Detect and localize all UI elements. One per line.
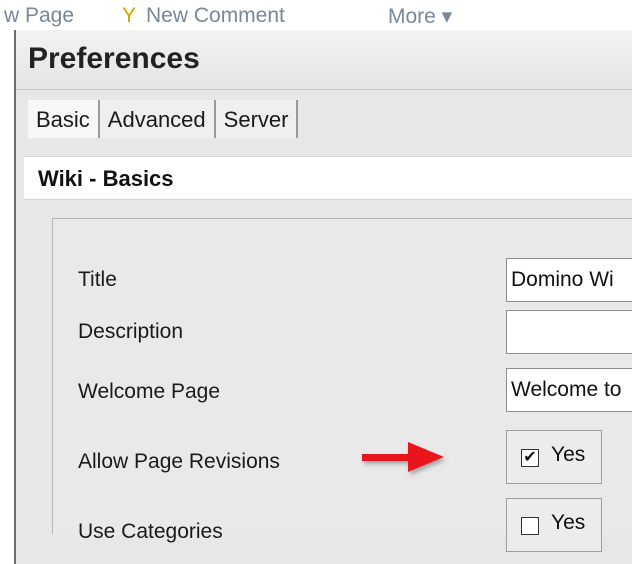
use-categories-option[interactable]: Yes [506, 498, 602, 552]
use-categories-yes-label[interactable]: Yes [551, 511, 585, 535]
use-categories-checkbox[interactable] [521, 517, 539, 535]
toolbar-new-page-link[interactable]: w Page [4, 4, 74, 28]
use-categories-label: Use Categories [78, 520, 223, 543]
description-label: Description [78, 320, 184, 343]
title-label: Title [78, 268, 117, 291]
toolbar-new-comment-link[interactable]: New Comment [146, 4, 285, 28]
toolbar-more-menu[interactable]: More ▾ [388, 4, 452, 29]
section-title: Wiki - Basics [38, 166, 174, 191]
allow-revisions-option[interactable]: ✔ Yes [506, 430, 602, 484]
red-arrow-icon [362, 442, 444, 472]
separator-icon: Y [122, 4, 137, 27]
description-input[interactable] [506, 310, 632, 354]
allow-revisions-label: Allow Page Revisions [78, 450, 280, 473]
welcome-page-label: Welcome Page [78, 380, 221, 403]
tab-basic[interactable]: Basic [28, 100, 100, 138]
dialog-title: Preferences [28, 42, 200, 75]
tab-bar: Basic Advanced Server [28, 100, 299, 138]
tab-server[interactable]: Server [215, 100, 299, 138]
section-header: Wiki - Basics [24, 156, 632, 200]
welcome-page-input[interactable]: Welcome to [506, 368, 632, 412]
title-input[interactable]: Domino Wi [506, 258, 632, 302]
allow-revisions-yes-label[interactable]: Yes [551, 443, 585, 467]
tab-advanced[interactable]: Advanced [99, 100, 216, 138]
background-toolbar: w Page Y New Comment More ▾ [0, 0, 632, 30]
allow-revisions-checkbox[interactable]: ✔ [521, 449, 539, 467]
dialog-header: Preferences [16, 30, 632, 90]
